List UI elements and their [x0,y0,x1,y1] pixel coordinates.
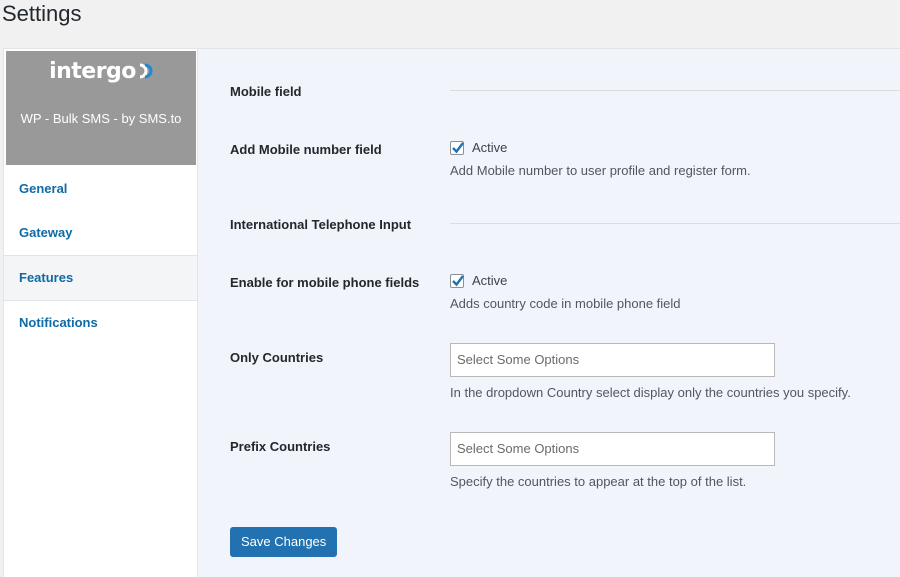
section-heading-mobile-field: Mobile field [230,84,302,99]
sidebar-item-general[interactable]: General [4,167,197,211]
sidebar-item-features[interactable]: Features [4,255,197,301]
field-prefix-countries: Select Some Options Specify the countrie… [450,432,900,489]
enable-mobile-checkbox-label: Active [472,273,508,288]
prefix-countries-select[interactable]: Select Some Options [450,432,775,466]
brand-logo: intergo [6,59,196,89]
sidebar: intergo WP - Bulk SMS - by SMS.to Genera… [4,49,198,577]
settings-panel: intergo WP - Bulk SMS - by SMS.to Genera… [3,48,900,577]
sidebar-item-notifications[interactable]: Notifications [4,301,197,345]
section-heading-intl-tel: International Telephone Input [230,217,412,232]
sidebar-nav: General Gateway Features Notifications [4,167,197,345]
only-countries-select[interactable]: Select Some Options [450,343,775,377]
only-countries-description: In the dropdown Country select display o… [450,385,851,400]
logo-mark-icon [137,63,153,84]
enable-mobile-checkbox[interactable] [450,274,464,288]
field-add-mobile: Active Add Mobile number to user profile… [450,139,900,178]
add-mobile-description: Add Mobile number to user profile and re… [450,163,751,178]
section-divider [450,223,900,224]
field-only-countries: Select Some Options In the dropdown Coun… [450,343,900,400]
enable-mobile-description: Adds country code in mobile phone field [450,296,681,311]
brand-subtitle: WP - Bulk SMS - by SMS.to [20,111,182,126]
label-prefix-countries: Prefix Countries [230,439,331,454]
page-title: Settings [2,1,82,26]
logo-text: intergo [49,59,136,84]
section-divider [450,90,900,91]
save-changes-button[interactable]: Save Changes [230,527,338,557]
add-mobile-checkbox[interactable] [450,141,464,155]
label-enable-mobile: Enable for mobile phone fields [230,275,420,290]
label-add-mobile-field: Add Mobile number field [230,142,382,157]
label-only-countries: Only Countries [230,350,324,365]
prefix-countries-description: Specify the countries to appear at the t… [450,474,747,489]
add-mobile-checkbox-label: Active [472,140,508,155]
settings-content: Mobile field Add Mobile number field Act… [198,49,900,577]
brand-header: intergo WP - Bulk SMS - by SMS.to [6,51,196,165]
field-enable-mobile: Active Adds country code in mobile phone… [450,272,900,311]
sidebar-item-gateway[interactable]: Gateway [4,211,197,255]
